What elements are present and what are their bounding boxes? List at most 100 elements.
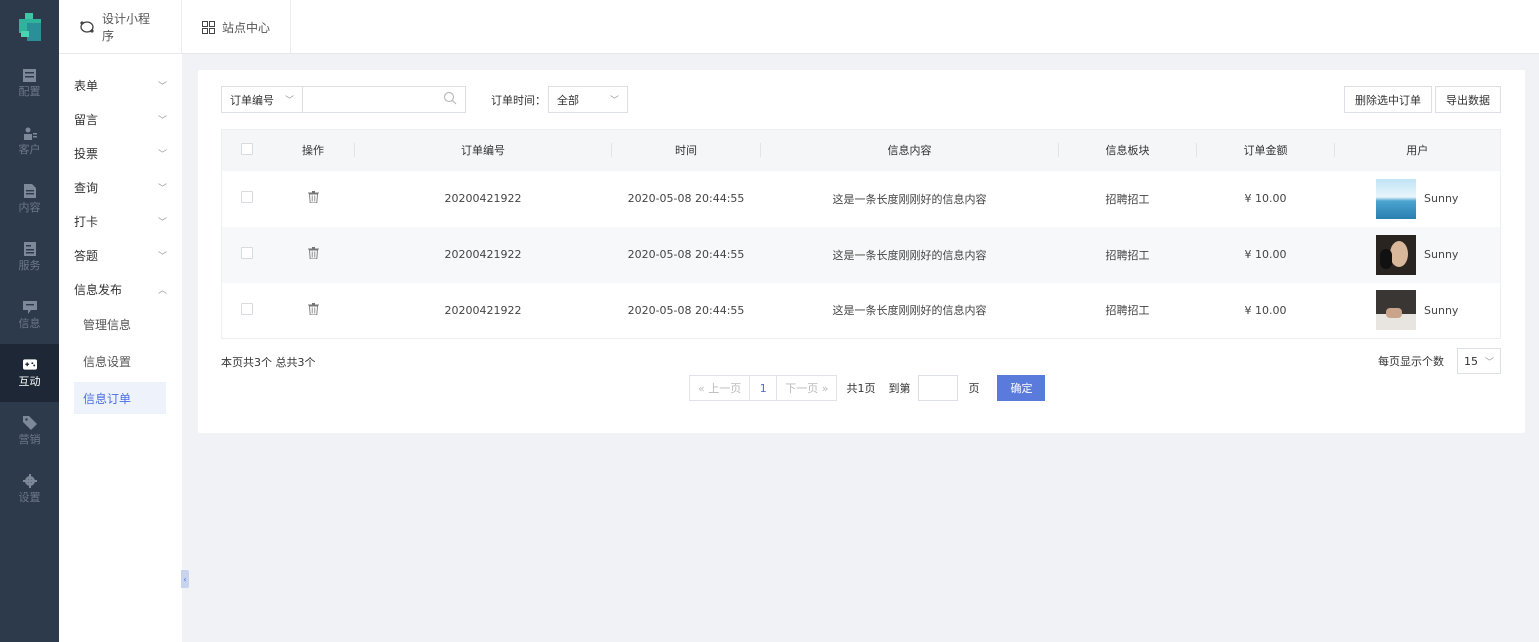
submenu-group[interactable]: 留言 ﹀ [59,102,182,136]
prev-page-button[interactable]: « 上一页 [689,375,751,401]
config-icon [23,68,37,82]
search-box [303,86,466,113]
search-field-select[interactable]: 订单编号 ﹀ [221,86,303,113]
rail-item-info[interactable]: 信息 [0,286,59,344]
delete-selected-button[interactable]: 删除选中订单 [1344,86,1432,113]
top-bar: 设计小程序 站点中心 [59,0,1539,54]
header-label: 时间 [675,144,697,158]
header-label: 操作 [302,144,324,158]
rail-item-label: 互动 [18,374,41,388]
row-checkbox[interactable] [240,247,253,259]
rail-item-service[interactable]: 服务 [0,228,59,286]
submenu-group-label: 投票 [74,146,99,161]
submenu-group-label: 打卡 [74,214,99,229]
submenu-group-label: 答题 [74,248,99,263]
section-cell: 招聘招工 [1105,304,1150,318]
filter-bar: 订单编号 ﹀ 订单时间： 全部 ﹀ [221,86,628,113]
tab-site-center[interactable]: 站点中心 [182,0,292,54]
chevron-down-icon: ﹀ [157,149,167,160]
amount-cell: ¥ 10.00 [1244,192,1287,205]
table-header-row: 操作 订单编号 时间 信息内容 信息板块 订单金额 用户 [221,129,1501,171]
search-input[interactable] [313,93,443,106]
table-row: 20200421922 2020-05-08 20:44:55 这是一条长度刚刚好的… [221,226,1501,283]
submenu-group[interactable]: 表单 ﹀ [59,68,182,102]
collapse-menu-button[interactable]: ‹ [181,570,189,588]
submenu-item[interactable]: 管理信息 [59,306,182,343]
rail-item-label: 服务 [18,258,41,272]
per-page-select[interactable]: 15 ﹀ [1457,348,1501,374]
user-cell: Sunny [1335,283,1501,339]
next-page-button[interactable]: 下一页 » [776,375,838,401]
submenu-item[interactable]: 信息设置 [59,343,182,380]
row-actions-cell [272,171,355,227]
row-checkbox[interactable] [240,191,253,203]
order-time-select[interactable]: 全部 ﹀ [548,86,628,113]
avatar [1376,178,1417,219]
logo-mark-icon [18,13,41,41]
user-name: Sunny [1424,303,1459,317]
row-select-cell [221,226,272,283]
rail-item-content[interactable]: 内容 [0,170,59,228]
mini-program-icon [79,20,95,34]
row-select-cell [222,171,272,227]
rail-item-label: 信息 [18,316,41,330]
goto-page-input[interactable] [918,375,959,401]
select-value: 15 [1464,354,1478,368]
tab-label: 站点中心 [222,20,271,35]
order-no-cell: 20200421922 [354,226,612,283]
rail-item-config[interactable]: 配置 [0,54,59,112]
export-data-button[interactable]: 导出数据 [1435,86,1501,113]
table-row: 20200421922 2020-05-08 20:44:55 这是一条长度刚刚好的… [222,283,1501,339]
submenu-group[interactable]: 投票 ﹀ [59,136,182,170]
submenu-group[interactable]: 答题 ﹀ [59,238,182,272]
rail-item-tag[interactable]: 营销 [0,402,59,460]
content-cell: 这是一条长度刚刚好的信息内容 [832,304,987,318]
submenu-item[interactable]: 信息订单 [74,382,166,414]
rail-item-label: 设置 [18,490,41,504]
submenu-group-label: 留言 [74,112,99,127]
content-icon [23,184,37,198]
rail-item-label: 配置 [18,84,41,98]
trash-icon[interactable] [307,302,319,315]
app-logo[interactable] [0,0,59,54]
confirm-button[interactable]: 确定 [997,375,1046,401]
trash-icon[interactable] [307,191,319,203]
rail-item-label: 客户 [18,142,41,156]
tab-design-mini-program[interactable]: 设计小程序 [59,0,182,54]
chevron-down-icon: ﹀ [157,115,167,126]
time-cell: 2020-05-08 20:44:55 [627,303,745,317]
submenu-group[interactable]: 查询 ﹀ [59,170,182,204]
rail-item-customer[interactable]: 客户 [0,112,59,170]
amount-cell: ¥ 10.00 [1244,303,1287,317]
header-content: 信息内容 [760,129,1059,171]
submenu-group-label: 查询 [74,180,99,195]
user-info: Sunny [1335,234,1501,275]
app-rail: 配置客户内容服务信息互动营销设置 [0,0,59,642]
page-number-current[interactable]: 1 [750,375,777,401]
row-select-cell [222,283,272,339]
chevron-down-icon: ﹀ [1484,357,1494,368]
submenu-group[interactable]: 信息发布 ︿ [59,272,182,306]
user-info: Sunny [1335,290,1501,331]
select-value: 全部 [557,93,579,107]
user-info: Sunny [1335,178,1501,219]
customer-icon [23,127,37,140]
header-label: 订单编号 [461,144,505,158]
rail-item-gamepad[interactable]: 互动 [0,344,59,402]
select-value: 订单编号 [230,93,274,107]
trash-icon[interactable] [307,247,319,259]
amount-cell: ¥ 10.00 [1196,226,1335,283]
row-checkbox[interactable] [240,302,253,315]
gamepad-icon [22,359,37,372]
total-pages: 共1页 [846,382,876,395]
page-unit-label: 页 [968,382,980,395]
user-name: Sunny [1424,192,1459,205]
select-all-checkbox[interactable] [240,142,253,155]
search-icon[interactable] [443,91,457,108]
rail-item-gear[interactable]: 设置 [0,460,59,518]
chevron-down-icon: ﹀ [157,251,167,262]
submenu-group[interactable]: 打卡 ﹀ [59,204,182,238]
tag-icon [22,416,37,430]
chevron-up-icon: ︿ [157,285,167,296]
section-cell: 招聘招工 [1105,192,1150,206]
